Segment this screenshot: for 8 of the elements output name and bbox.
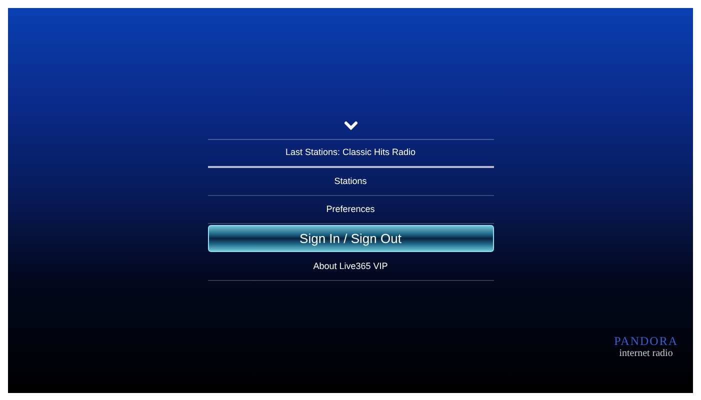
menu-item[interactable]: Last Stations: Classic Hits Radio <box>208 140 494 168</box>
logo-wordmark: PANDORA <box>614 335 678 348</box>
menu-item[interactable]: Preferences <box>208 196 494 224</box>
menu-item[interactable]: Sign In / Sign Out <box>208 225 494 252</box>
logo-tagline: internet radio <box>619 348 673 359</box>
menu-item[interactable]: About Live365 VIP <box>208 253 494 281</box>
menu-item[interactable]: Stations <box>208 168 494 196</box>
chevron-down-icon[interactable] <box>344 121 358 131</box>
